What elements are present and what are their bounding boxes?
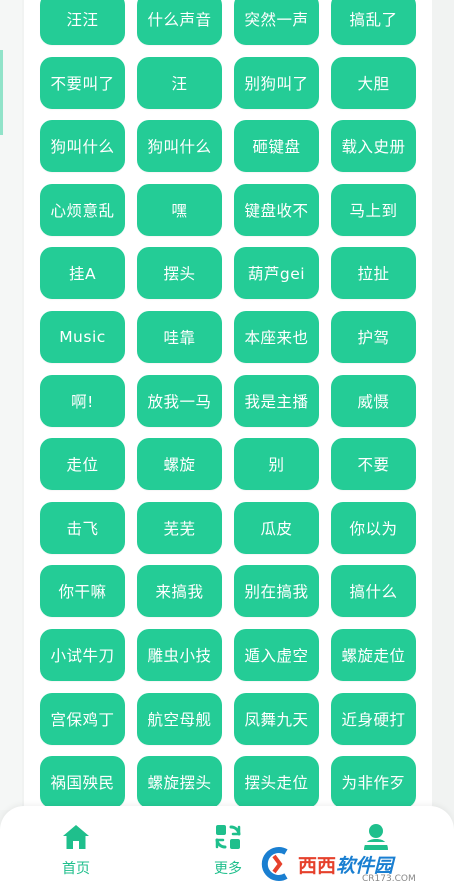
sound-button[interactable]: 不要叫了 xyxy=(40,56,125,109)
sound-button[interactable]: 瓜皮 xyxy=(234,501,319,554)
sound-button[interactable]: 突然一声 xyxy=(234,0,319,45)
sound-button[interactable]: 本座来也 xyxy=(234,310,319,363)
sound-button[interactable]: 搞乱了 xyxy=(331,0,416,45)
sound-button[interactable]: 心烦意乱 xyxy=(40,183,125,236)
sound-button[interactable]: 走位 xyxy=(40,438,125,491)
sound-button[interactable]: 放我一马 xyxy=(137,374,222,427)
sound-button[interactable]: 砸键盘 xyxy=(234,120,319,173)
sound-button[interactable]: 威慑 xyxy=(331,374,416,427)
sound-button[interactable]: 凤舞九天 xyxy=(234,692,319,745)
watermark-brand-a: 西西 xyxy=(298,854,337,877)
home-icon xyxy=(61,822,91,852)
sound-button[interactable]: 搞什么 xyxy=(331,565,416,618)
sound-button[interactable]: 宫保鸡丁 xyxy=(40,692,125,745)
site-watermark: 西西 软件园 xyxy=(256,842,452,886)
sound-button[interactable]: 祸国殃民 xyxy=(40,756,125,809)
sound-button[interactable]: 拉扯 xyxy=(331,247,416,300)
grid-refresh-icon xyxy=(213,822,243,852)
sound-button[interactable]: 嘿 xyxy=(137,183,222,236)
sound-button[interactable]: 雕虫小技 xyxy=(137,628,222,681)
sound-button[interactable]: 别在搞我 xyxy=(234,565,319,618)
sound-button[interactable]: 螺旋走位 xyxy=(331,628,416,681)
sound-button[interactable]: 螺旋 xyxy=(137,438,222,491)
sound-button-grid: 汪汪 什么声音 突然一声 搞乱了 不要叫了汪别狗叫了 大胆 狗叫什么 狗叫什么 砸键盘 载入史册心… xyxy=(40,0,416,809)
sound-button[interactable]: 葫芦gei xyxy=(234,247,319,300)
sound-button[interactable]: 大胆 xyxy=(331,56,416,109)
sound-button[interactable]: 汪 xyxy=(137,56,222,109)
sound-button[interactable]: 摆头 xyxy=(137,247,222,300)
sound-button[interactable]: 螺旋摆头 xyxy=(137,756,222,809)
tab-home[interactable]: 首页 xyxy=(50,806,102,894)
sound-button[interactable]: 击飞 xyxy=(40,501,125,554)
sound-button[interactable]: 不要 xyxy=(331,438,416,491)
sound-button[interactable]: 汪汪 xyxy=(40,0,125,45)
sound-button[interactable]: 别 xyxy=(234,438,319,491)
sound-button[interactable]: 来搞我 xyxy=(137,565,222,618)
sound-button[interactable]: 近身硬打 xyxy=(331,692,416,745)
sound-button[interactable]: 什么声音 xyxy=(137,0,222,45)
sound-button[interactable]: 键盘收不 xyxy=(234,183,319,236)
sound-button[interactable]: 别狗叫了 xyxy=(234,56,319,109)
sound-button[interactable]: 你以为 xyxy=(331,501,416,554)
sound-button[interactable]: 我是主播 xyxy=(234,374,319,427)
tab-more[interactable]: 更多 xyxy=(202,806,254,894)
watermark-domain: CR173.COM xyxy=(362,874,416,884)
sound-button[interactable]: 小试牛刀 xyxy=(40,628,125,681)
sound-button[interactable]: 啊! xyxy=(40,374,125,427)
sound-button[interactable]: 遁入虚空 xyxy=(234,628,319,681)
sound-button[interactable]: 芜芜 xyxy=(137,501,222,554)
sound-button[interactable]: 你干嘛 xyxy=(40,565,125,618)
sound-button[interactable]: 摆头走位 xyxy=(234,756,319,809)
sound-button[interactable]: 挂A xyxy=(40,247,125,300)
sound-button[interactable]: 为非作歹 xyxy=(331,756,416,809)
left-edge-accent xyxy=(0,50,3,135)
tab-more-label: 更多 xyxy=(214,861,242,877)
sound-button[interactable]: 哇靠 xyxy=(137,310,222,363)
sound-button[interactable]: 航空母舰 xyxy=(137,692,222,745)
sound-button[interactable]: 护驾 xyxy=(331,310,416,363)
sound-button[interactable]: 载入史册 xyxy=(331,120,416,173)
sound-button[interactable]: Music xyxy=(40,310,125,363)
sound-button[interactable]: 马上到 xyxy=(331,183,416,236)
tab-home-label: 首页 xyxy=(62,861,90,877)
sound-button[interactable]: 狗叫什么 xyxy=(137,120,222,173)
watermark-logo-icon xyxy=(256,844,296,884)
left-edge-panel xyxy=(0,0,22,810)
sound-button[interactable]: 狗叫什么 xyxy=(40,120,125,173)
